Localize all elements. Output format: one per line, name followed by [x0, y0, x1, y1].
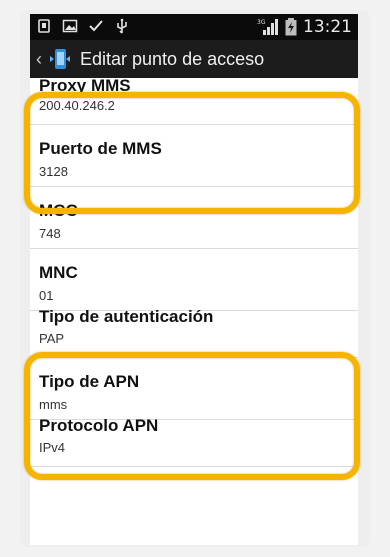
svg-text:3G: 3G	[257, 19, 266, 26]
setting-label: Tipo de autenticación	[39, 307, 214, 326]
back-chevron-icon[interactable]: ‹	[32, 49, 46, 70]
setting-label: MCC	[39, 201, 78, 220]
status-bar: 3G 13:21	[30, 14, 358, 40]
setting-mcc[interactable]: MCC 748	[30, 187, 358, 249]
setting-mms-port[interactable]: Puerto de MMS 3128	[30, 125, 358, 187]
setting-label: Protocolo APN	[39, 416, 159, 435]
apn-settings-icon[interactable]	[48, 47, 72, 71]
usb-icon	[38, 19, 50, 33]
setting-auth-type[interactable]: Tipo de autenticación PAP	[30, 307, 358, 358]
setting-apn-protocol[interactable]: Protocolo APN IPv4	[30, 416, 358, 467]
check-icon	[89, 20, 103, 32]
usb-icon	[117, 18, 127, 34]
setting-label: Proxy MMS	[39, 76, 131, 95]
signal-3g-icon: 3G	[257, 19, 278, 35]
status-time: 13:21	[303, 17, 352, 37]
phone-screen: 3G 13:21 ‹ Editar punto de acceso Proxy …	[30, 14, 358, 545]
page-title: Editar punto de acceso	[80, 48, 265, 69]
action-bar: ‹ Editar punto de acceso	[30, 40, 358, 78]
setting-value: mms	[39, 397, 68, 412]
setting-label: Tipo de APN	[39, 372, 140, 391]
setting-proxy-mms[interactable]: Proxy MMS 200.40.246.2	[30, 76, 358, 125]
setting-value: IPv4	[39, 440, 66, 455]
setting-value: 200.40.246.2	[39, 98, 115, 113]
setting-apn-type[interactable]: Tipo de APN mms	[30, 358, 358, 420]
setting-label: MNC	[39, 263, 78, 282]
setting-value: 3128	[39, 164, 68, 179]
setting-value: 01	[39, 288, 54, 303]
settings-list: Proxy MMS 200.40.246.2 Puerto de MMS 312…	[30, 76, 358, 467]
setting-value: PAP	[39, 331, 65, 346]
image-icon	[62, 19, 78, 33]
battery-charging-icon	[285, 18, 297, 36]
setting-mnc[interactable]: MNC 01	[30, 249, 358, 311]
setting-value: 748	[39, 226, 61, 241]
setting-label: Puerto de MMS	[39, 139, 162, 158]
